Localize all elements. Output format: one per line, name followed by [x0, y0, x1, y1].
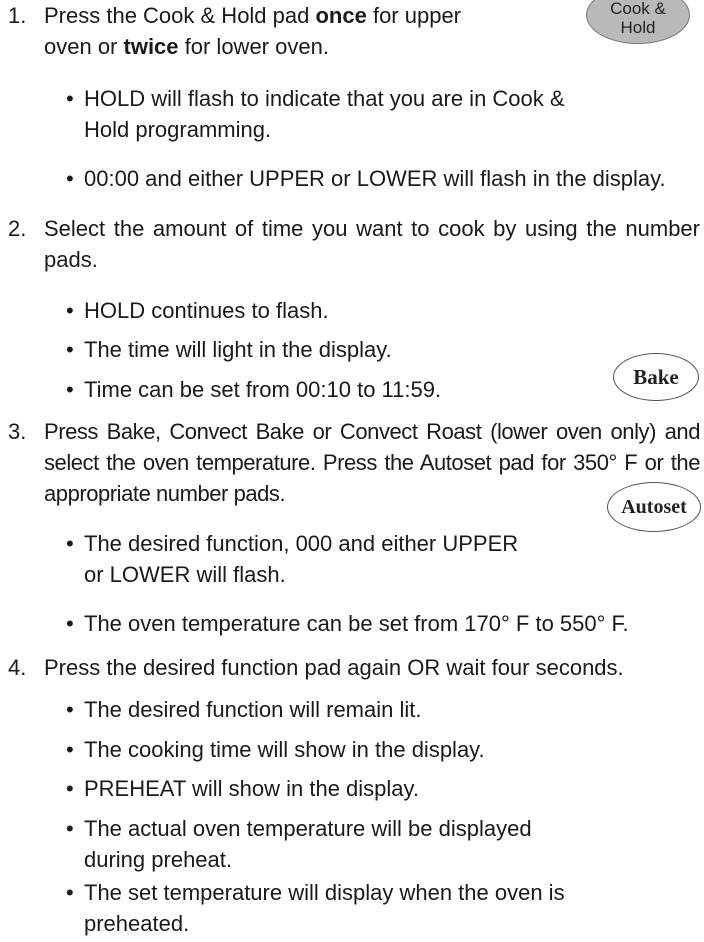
step-text: Press Bake, Convect Bake or Convect Roas…	[44, 419, 700, 506]
bullet-icon: •	[66, 377, 74, 402]
instructions-page: Cook & Hold Bake Autoset 1. Press the Co…	[0, 0, 704, 942]
bullet-icon: •	[66, 880, 74, 905]
step-number: 2.	[8, 216, 27, 241]
bullet-icon: •	[66, 298, 74, 323]
bullet-icon: •	[66, 86, 74, 111]
step-text: Select the amount of time you want to co…	[44, 216, 700, 272]
step-number: 3.	[8, 419, 27, 444]
step-number: 1.	[8, 3, 27, 28]
bullet-icon: •	[66, 697, 74, 722]
bullet-icon: •	[66, 531, 74, 556]
step-text: Press the Cook & Hold pad once for upper…	[44, 3, 462, 59]
step-text: Press the desired function pad again OR …	[44, 655, 624, 680]
bullet-icon: •	[66, 816, 74, 841]
bullet-icon: •	[66, 776, 74, 801]
bullet-icon: •	[66, 611, 74, 636]
cook-hold-pad-icon: Cook & Hold	[586, 0, 690, 44]
bullet-icon: •	[66, 737, 74, 762]
bullet-icon: •	[66, 166, 74, 191]
step-number: 4.	[8, 655, 27, 680]
bullet-icon: •	[66, 337, 74, 362]
